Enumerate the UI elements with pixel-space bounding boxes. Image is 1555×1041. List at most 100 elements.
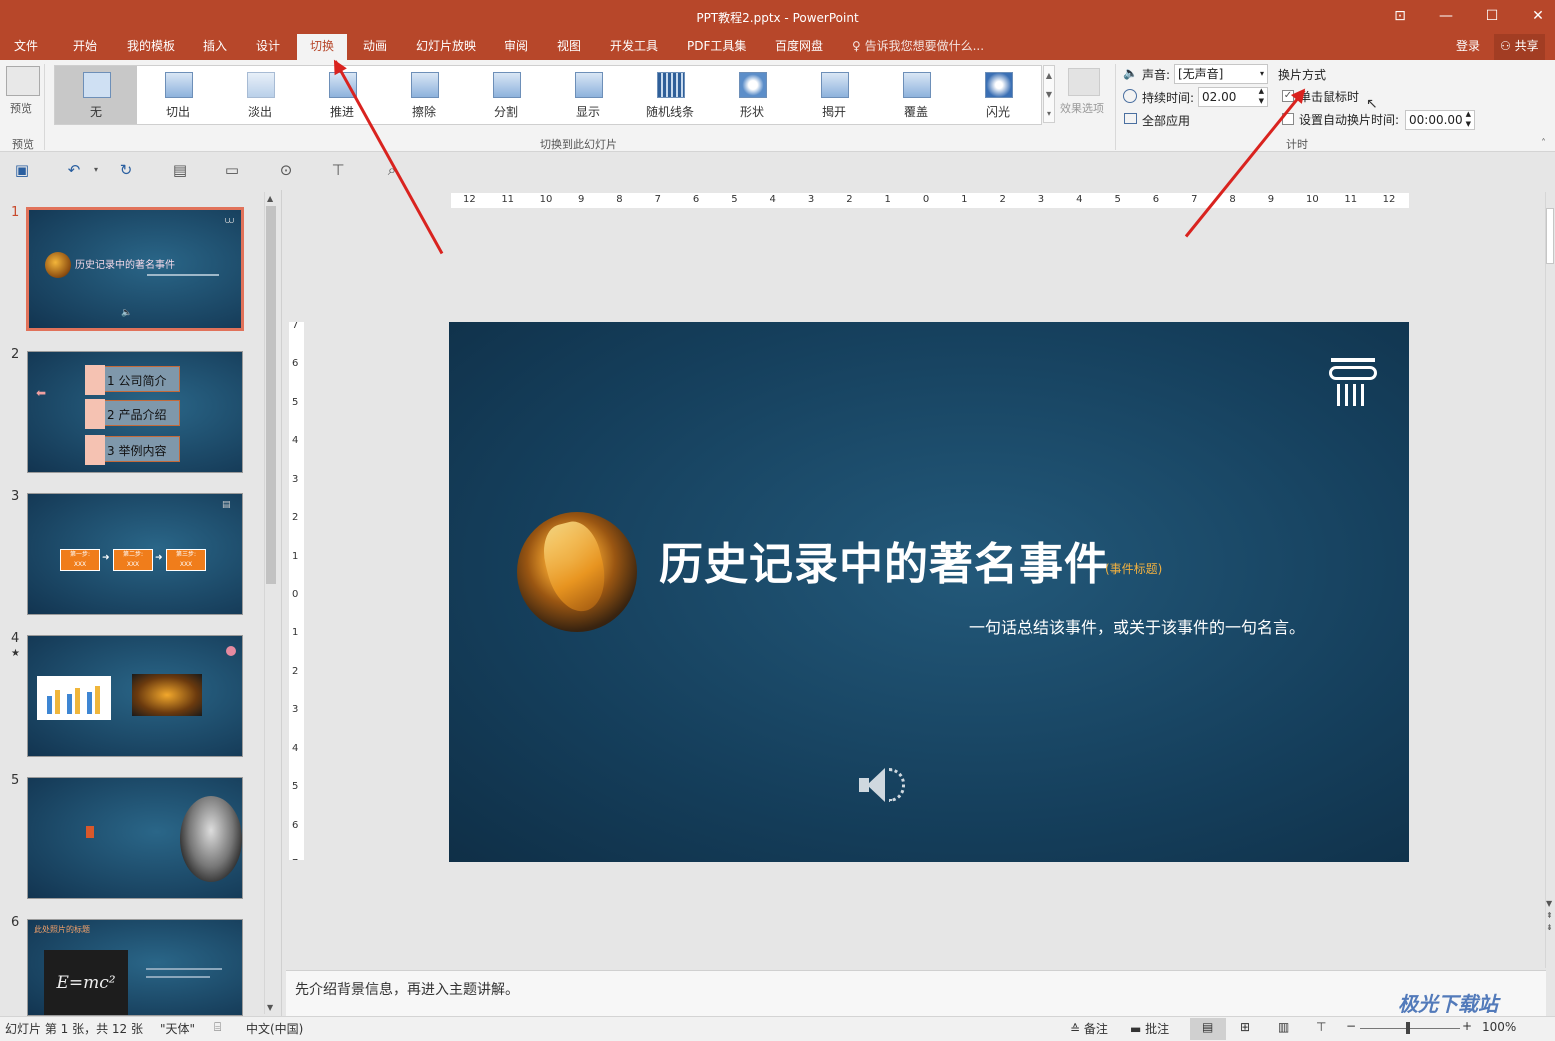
thumbnails-scroll-thumb[interactable] xyxy=(266,206,276,584)
pillar-columns xyxy=(1337,384,1369,406)
scroll-down-icon[interactable]: ▼ xyxy=(267,1003,273,1012)
comments-toggle[interactable]: ▬ 批注 xyxy=(1130,1020,1169,1037)
slide-title-tag[interactable]: (事件标题) xyxy=(1105,560,1162,577)
editor-scrollbar[interactable] xyxy=(1545,192,1555,968)
transition-wipe[interactable]: 擦除 xyxy=(383,66,465,124)
transition-split[interactable]: 分割 xyxy=(465,66,547,124)
tab-insert[interactable]: 插入 xyxy=(197,34,233,60)
transition-label: 揭开 xyxy=(821,105,846,119)
ruler-tick-label: 6 xyxy=(692,194,700,205)
transition-flash[interactable]: 闪光 xyxy=(957,66,1039,124)
new-slide-icon[interactable]: ▤ xyxy=(170,160,190,180)
menu-item-marker xyxy=(85,399,105,429)
ribbon-display-options-icon[interactable]: ⊡ xyxy=(1380,4,1420,28)
leaf-image xyxy=(132,674,202,716)
zoom-level[interactable]: 100% xyxy=(1482,1020,1516,1034)
spinner-arrows-icon[interactable]: ▲ ▼ xyxy=(1466,109,1471,129)
speaker-icon[interactable] xyxy=(857,762,909,810)
undo-dropdown-icon[interactable]: ▾ xyxy=(86,160,106,180)
transition-label: 分割 xyxy=(493,105,518,119)
tab-baidu-netdisk[interactable]: 百度网盘 xyxy=(769,34,829,60)
slide-quote[interactable]: 一句话总结该事件，或关于该事件的一句名言。 xyxy=(969,614,1305,638)
normal-view-button[interactable]: ▤ xyxy=(1190,1018,1226,1040)
auto-advance-time[interactable]: 00:00.00 ▲ ▼ xyxy=(1405,110,1475,130)
main-slide-canvas[interactable]: 历史记录中的著名事件 (事件标题) 一句话总结该事件，或关于该事件的一句名言。 xyxy=(449,322,1409,862)
effect-options-icon[interactable] xyxy=(1068,68,1100,96)
notes-text[interactable]: 先介绍背景信息，再进入主题讲解。 xyxy=(295,979,519,999)
zoom-slider-thumb[interactable] xyxy=(1406,1022,1410,1034)
scroll-arrows-icon[interactable]: ▼ ⇞ ⇟ xyxy=(1546,898,1553,934)
wipe-transition-icon xyxy=(411,72,439,98)
gallery-scroll[interactable]: ▲ ▼ ▾ xyxy=(1043,65,1055,123)
window-title: PPT教程2.pptx - PowerPoint xyxy=(696,11,859,25)
duration-label: 持续时间: xyxy=(1142,91,1195,105)
tab-developer[interactable]: 开发工具 xyxy=(604,34,664,60)
minimize-button[interactable]: — xyxy=(1426,4,1466,28)
portrait-image xyxy=(180,796,242,882)
slide-thumbnail-1[interactable]: 历史记录中的著名事件 🔈 ⩊ xyxy=(26,207,244,331)
transition-reveal[interactable]: 显示 xyxy=(547,66,629,124)
tab-slide-show[interactable]: 幻灯片放映 xyxy=(410,34,482,60)
collapse-ribbon-icon[interactable]: ˄ xyxy=(1541,138,1546,149)
scroll-up-icon[interactable]: ▲ xyxy=(267,194,273,203)
slide-thumbnail-3[interactable]: ▤ 第一步: XXX ➜ 第二步: XXX ➜ 第三步: XXX xyxy=(27,493,243,615)
language-status[interactable]: 中文(中国) xyxy=(246,1020,303,1037)
notes-toggle[interactable]: ≙ 备注 xyxy=(1070,1020,1108,1037)
transition-fade[interactable]: 淡出 xyxy=(219,66,301,124)
ruler-tick-label: 0 xyxy=(922,194,930,205)
reading-view-icon[interactable]: ▥ xyxy=(1278,1020,1289,1034)
arrow-right-icon: ➜ xyxy=(155,553,163,563)
tab-view[interactable]: 视图 xyxy=(551,34,587,60)
redo-icon[interactable]: ↻ xyxy=(116,160,136,180)
tell-me-box[interactable]: ♀ 告诉我您想要做什么... xyxy=(846,34,990,60)
transition-label: 推进 xyxy=(329,105,354,119)
ruler-tick-label: 12 xyxy=(1382,194,1396,205)
present-icon[interactable]: ⊤ xyxy=(328,160,348,180)
slide-sorter-icon[interactable]: ⊞ xyxy=(1240,1020,1250,1034)
layout-icon[interactable]: ▭ xyxy=(222,160,242,180)
slide-thumbnail-2[interactable]: ⬅ 1 公司简介 2 产品介绍 3 举例内容 xyxy=(27,351,243,473)
slide-thumbnail-6[interactable]: 此处照片的标题 E=mc² xyxy=(27,919,243,1016)
apply-all-button[interactable]: 全部应用 xyxy=(1142,112,1190,129)
zoom-out-button[interactable]: − xyxy=(1346,1019,1356,1033)
transition-none[interactable]: 无 xyxy=(55,66,137,124)
zoom-in-button[interactable]: + xyxy=(1462,1019,1472,1033)
transition-cut[interactable]: 切出 xyxy=(137,66,219,124)
duration-spinner[interactable]: 02.00 ▲ ▼ xyxy=(1198,87,1268,107)
tab-pdf-tools[interactable]: PDF工具集 xyxy=(681,34,752,60)
shape-fill-icon[interactable]: ⊙ xyxy=(276,160,296,180)
spell-check-icon[interactable]: ⌸ xyxy=(214,1020,221,1035)
transition-random-bars[interactable]: 随机线条 xyxy=(629,66,711,124)
step-label: 第二步: xyxy=(122,551,144,558)
effect-options-label[interactable]: 效果选项 xyxy=(1060,100,1104,116)
slide-title[interactable]: 历史记录中的著名事件 xyxy=(659,528,1109,592)
tab-home[interactable]: 开始 xyxy=(67,34,103,60)
notes-pane[interactable]: 先介绍背景信息，再进入主题讲解。 xyxy=(286,970,1546,1016)
undo-icon[interactable]: ↶ xyxy=(64,160,84,180)
tab-animations[interactable]: 动画 xyxy=(357,34,393,60)
tab-design[interactable]: 设计 xyxy=(250,34,286,60)
slide-thumbnail-5[interactable] xyxy=(27,777,243,899)
share-button[interactable]: ⚇ 共享 xyxy=(1494,34,1545,60)
tab-my-templates[interactable]: 我的模板 xyxy=(121,34,181,60)
slideshow-view-icon[interactable]: ⊤ xyxy=(1316,1020,1326,1034)
slide-thumbnail-4[interactable] xyxy=(27,635,243,757)
preview-icon[interactable] xyxy=(6,66,40,96)
zoom-slider[interactable] xyxy=(1360,1028,1460,1029)
close-button[interactable]: ✕ xyxy=(1518,4,1555,28)
ruler-tick-label: 1 xyxy=(292,550,299,562)
transition-shape[interactable]: 形状 xyxy=(711,66,793,124)
menu-item-label: 3 举例内容 xyxy=(107,444,167,458)
person-icon: ⚇ xyxy=(1500,39,1515,53)
save-icon[interactable]: ▣ xyxy=(12,160,32,180)
login-link[interactable]: 登录 xyxy=(1450,34,1486,60)
spinner-arrows-icon[interactable]: ▲ ▼ xyxy=(1259,86,1264,106)
thumb-quote-line xyxy=(147,274,219,276)
tab-review[interactable]: 审阅 xyxy=(498,34,534,60)
transition-uncover[interactable]: 揭开 xyxy=(793,66,875,124)
sound-dropdown[interactable]: [无声音] ▾ xyxy=(1174,64,1268,84)
transition-cover[interactable]: 覆盖 xyxy=(875,66,957,124)
editor-scroll-thumb[interactable] xyxy=(1546,208,1554,264)
maximize-button[interactable]: ☐ xyxy=(1472,4,1512,28)
tab-file[interactable]: 文件 xyxy=(8,34,44,60)
